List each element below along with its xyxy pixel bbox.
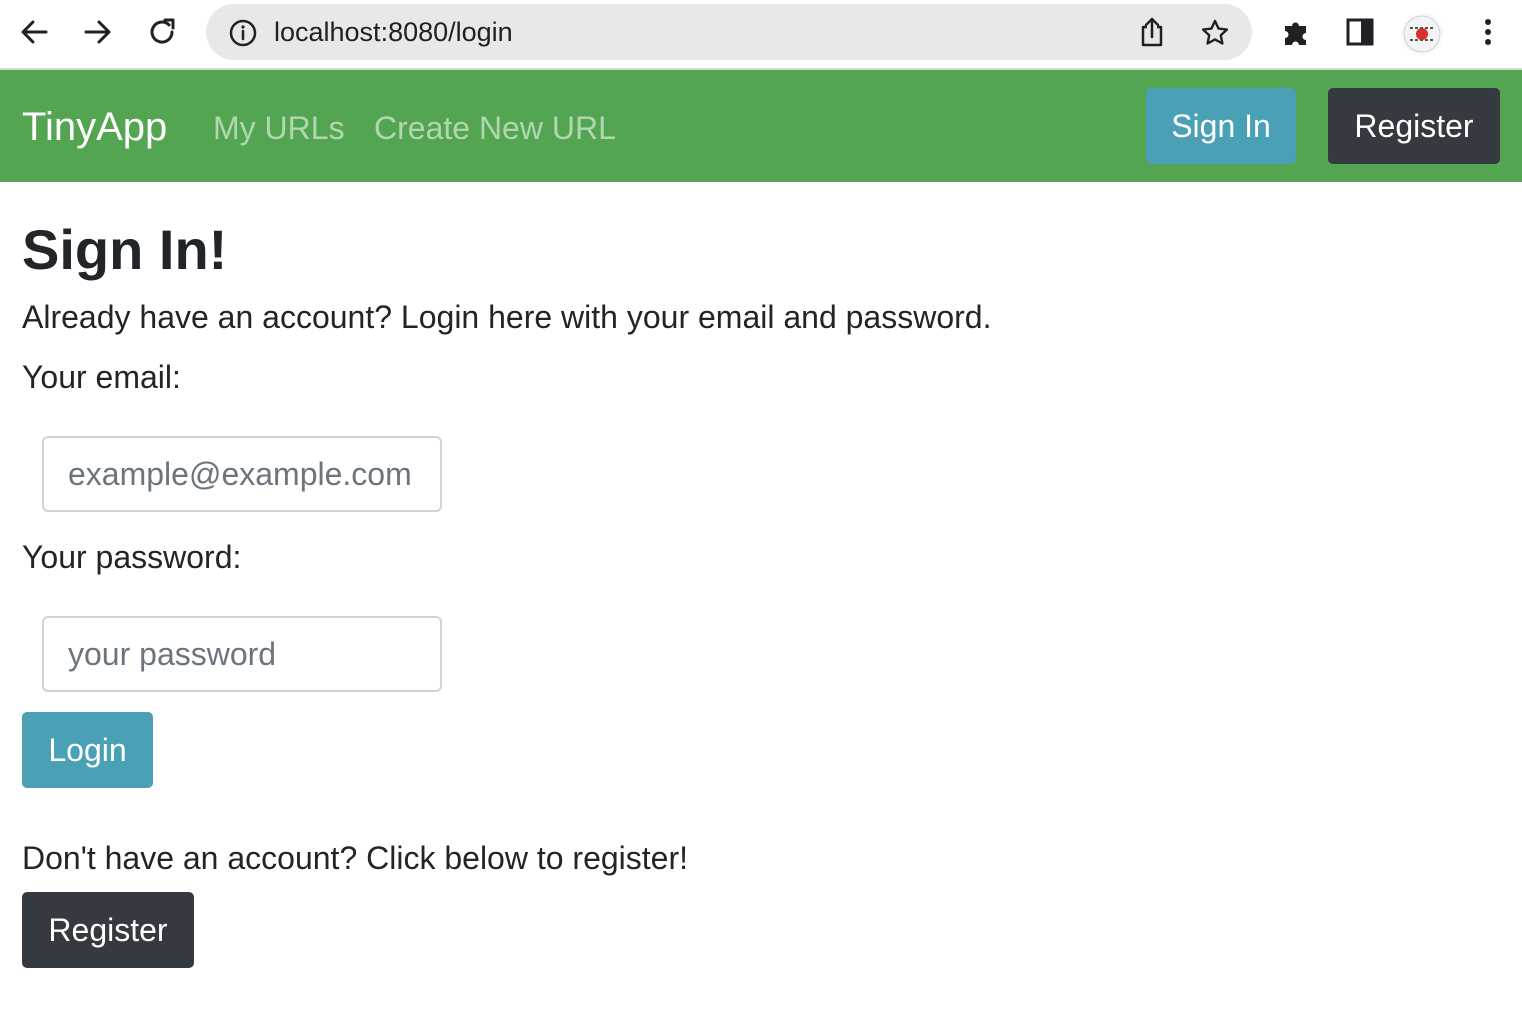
- email-label: Your email:: [22, 359, 181, 395]
- info-icon[interactable]: [228, 18, 258, 53]
- nav-link-create-new-url[interactable]: Create New URL: [374, 110, 616, 146]
- page-title: Sign In!: [22, 218, 228, 281]
- back-arrow-icon[interactable]: [10, 8, 58, 56]
- reload-icon[interactable]: [138, 8, 186, 56]
- forward-arrow-icon[interactable]: [74, 8, 122, 56]
- navbar: TinyApp My URLs Create New URL Sign In R…: [0, 70, 1522, 182]
- star-icon[interactable]: [1200, 18, 1230, 53]
- puzzle-icon[interactable]: [1272, 8, 1320, 56]
- password-label: Your password:: [22, 539, 242, 575]
- nav-sign-in-button[interactable]: Sign In: [1146, 88, 1296, 164]
- register-prompt-text: Don't have an account? Click below to re…: [22, 840, 689, 876]
- password-field[interactable]: [42, 616, 442, 692]
- nav-link-my-urls[interactable]: My URLs: [213, 110, 345, 146]
- kebab-menu-icon[interactable]: [1464, 8, 1512, 56]
- share-icon[interactable]: [1138, 16, 1166, 53]
- browser-toolbar: localhost:8080/login: [0, 0, 1522, 70]
- login-button[interactable]: Login: [22, 712, 153, 788]
- profile-avatar[interactable]: [1400, 12, 1444, 56]
- address-bar[interactable]: localhost:8080/login: [206, 4, 1252, 60]
- brand-logo[interactable]: TinyApp: [22, 104, 167, 150]
- email-field[interactable]: [42, 436, 442, 512]
- url-text[interactable]: localhost:8080/login: [274, 17, 513, 47]
- login-lead-text: Already have an account? Login here with…: [22, 299, 992, 335]
- register-button[interactable]: Register: [22, 892, 194, 968]
- side-panel-icon[interactable]: [1336, 8, 1384, 56]
- nav-register-button[interactable]: Register: [1328, 88, 1500, 164]
- login-page: Sign In! Already have an account? Login …: [0, 182, 1522, 1032]
